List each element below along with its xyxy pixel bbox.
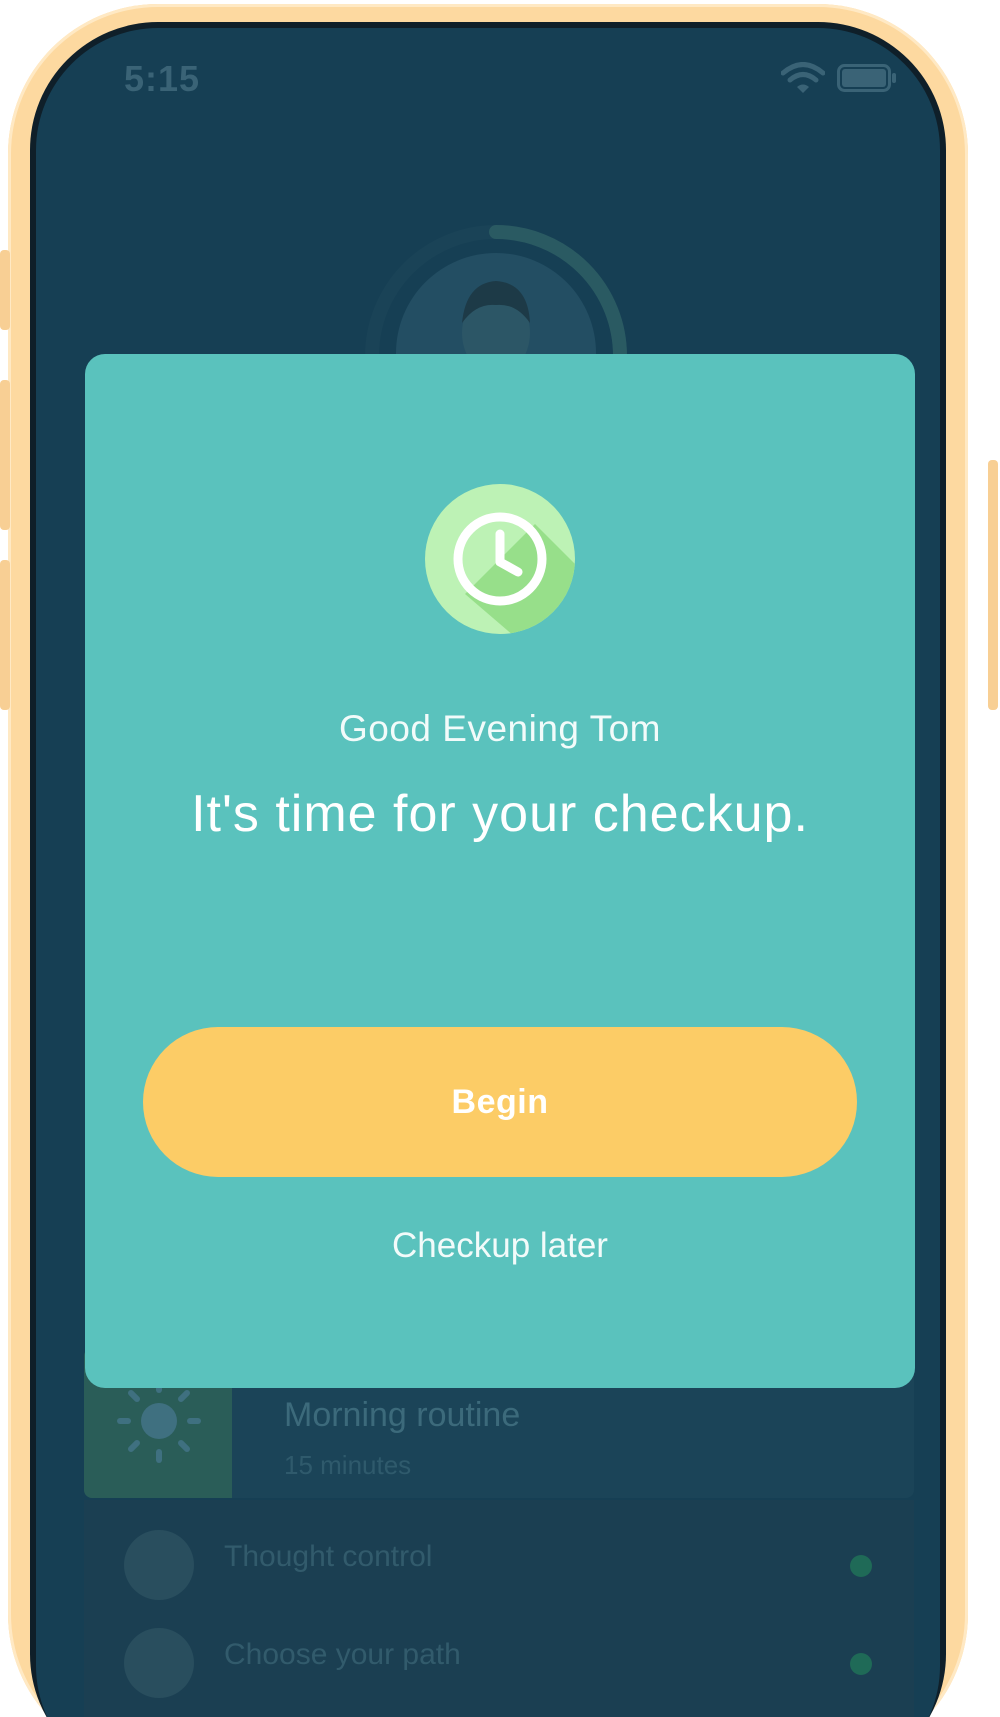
list-item-label: Thought control <box>224 1540 433 1573</box>
volume-down-button <box>0 560 10 710</box>
lightbulb-icon <box>124 1530 194 1600</box>
card-duration: 15 minutes <box>284 1450 412 1480</box>
greeting-text: Good Evening Tom <box>338 708 661 749</box>
begin-button[interactable]: Begin <box>143 1027 857 1177</box>
sun-icon <box>117 1379 201 1463</box>
card-title: Morning routine <box>284 1396 521 1434</box>
activity-list: Thought control Choose your path <box>84 1500 914 1717</box>
signpost-icon <box>124 1628 194 1698</box>
battery-icon <box>837 64 896 92</box>
checkup-later-link[interactable]: Checkup later <box>85 1226 915 1266</box>
status-dot <box>850 1555 872 1577</box>
status-dot <box>850 1653 872 1675</box>
clock-icon <box>425 484 575 634</box>
power-button <box>988 460 998 710</box>
list-item: Thought control <box>84 1510 914 1610</box>
modal-headline: It's time for your checkup. <box>191 785 809 843</box>
list-item-label: Choose your path <box>224 1638 461 1671</box>
list-item: Choose your path <box>84 1608 914 1708</box>
status-time: 5:15 <box>124 58 201 99</box>
volume-up-button <box>0 380 10 530</box>
page: 5:15 Morning routine 15 minutes Thought … <box>0 0 1000 1717</box>
wifi-icon <box>781 62 825 93</box>
mute-switch <box>0 250 10 330</box>
checkup-modal: Good Evening Tom It's time for your chec… <box>85 354 915 1388</box>
